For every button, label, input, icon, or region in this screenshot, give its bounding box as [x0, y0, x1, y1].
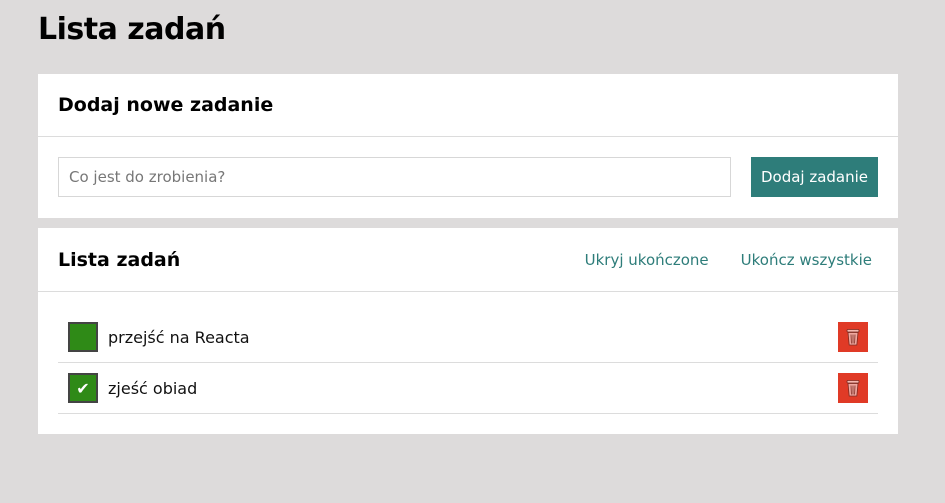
task-text: zjeść obiad: [108, 378, 198, 398]
add-task-panel: Dodaj nowe zadanie Dodaj zadanie: [38, 74, 898, 218]
add-task-form: Dodaj zadanie: [38, 137, 898, 217]
task-item: ✔ zjeść obiad: [58, 363, 878, 414]
new-task-input[interactable]: [58, 157, 731, 197]
task-list-panel: Lista zadań Ukryj ukończone Ukończ wszys…: [38, 228, 898, 434]
task-list-actions: Ukryj ukończone Ukończ wszystkie: [585, 228, 872, 291]
add-task-panel-header: Dodaj nowe zadanie: [38, 74, 898, 137]
task-text: przejść na Reacta: [108, 327, 250, 347]
page-title: Lista zadań: [38, 12, 226, 47]
task-list-panel-header: Lista zadań Ukryj ukończone Ukończ wszys…: [38, 228, 898, 292]
task-checkbox[interactable]: ✔: [68, 373, 98, 403]
trash-icon: [846, 380, 860, 397]
trash-icon: [846, 329, 860, 346]
hide-completed-link[interactable]: Ukryj ukończone: [585, 251, 709, 269]
delete-task-button[interactable]: [838, 373, 868, 403]
task-checkbox[interactable]: [68, 322, 98, 352]
task-item: przejść na Reacta: [58, 312, 878, 363]
delete-task-button[interactable]: [838, 322, 868, 352]
task-list: przejść na Reacta ✔ zjeść obiad: [38, 292, 898, 414]
check-icon: ✔: [76, 378, 90, 398]
complete-all-link[interactable]: Ukończ wszystkie: [741, 251, 872, 269]
task-list-panel-title: Lista zadań: [58, 248, 181, 271]
add-task-panel-title: Dodaj nowe zadanie: [58, 94, 274, 116]
add-task-button[interactable]: Dodaj zadanie: [751, 157, 878, 197]
